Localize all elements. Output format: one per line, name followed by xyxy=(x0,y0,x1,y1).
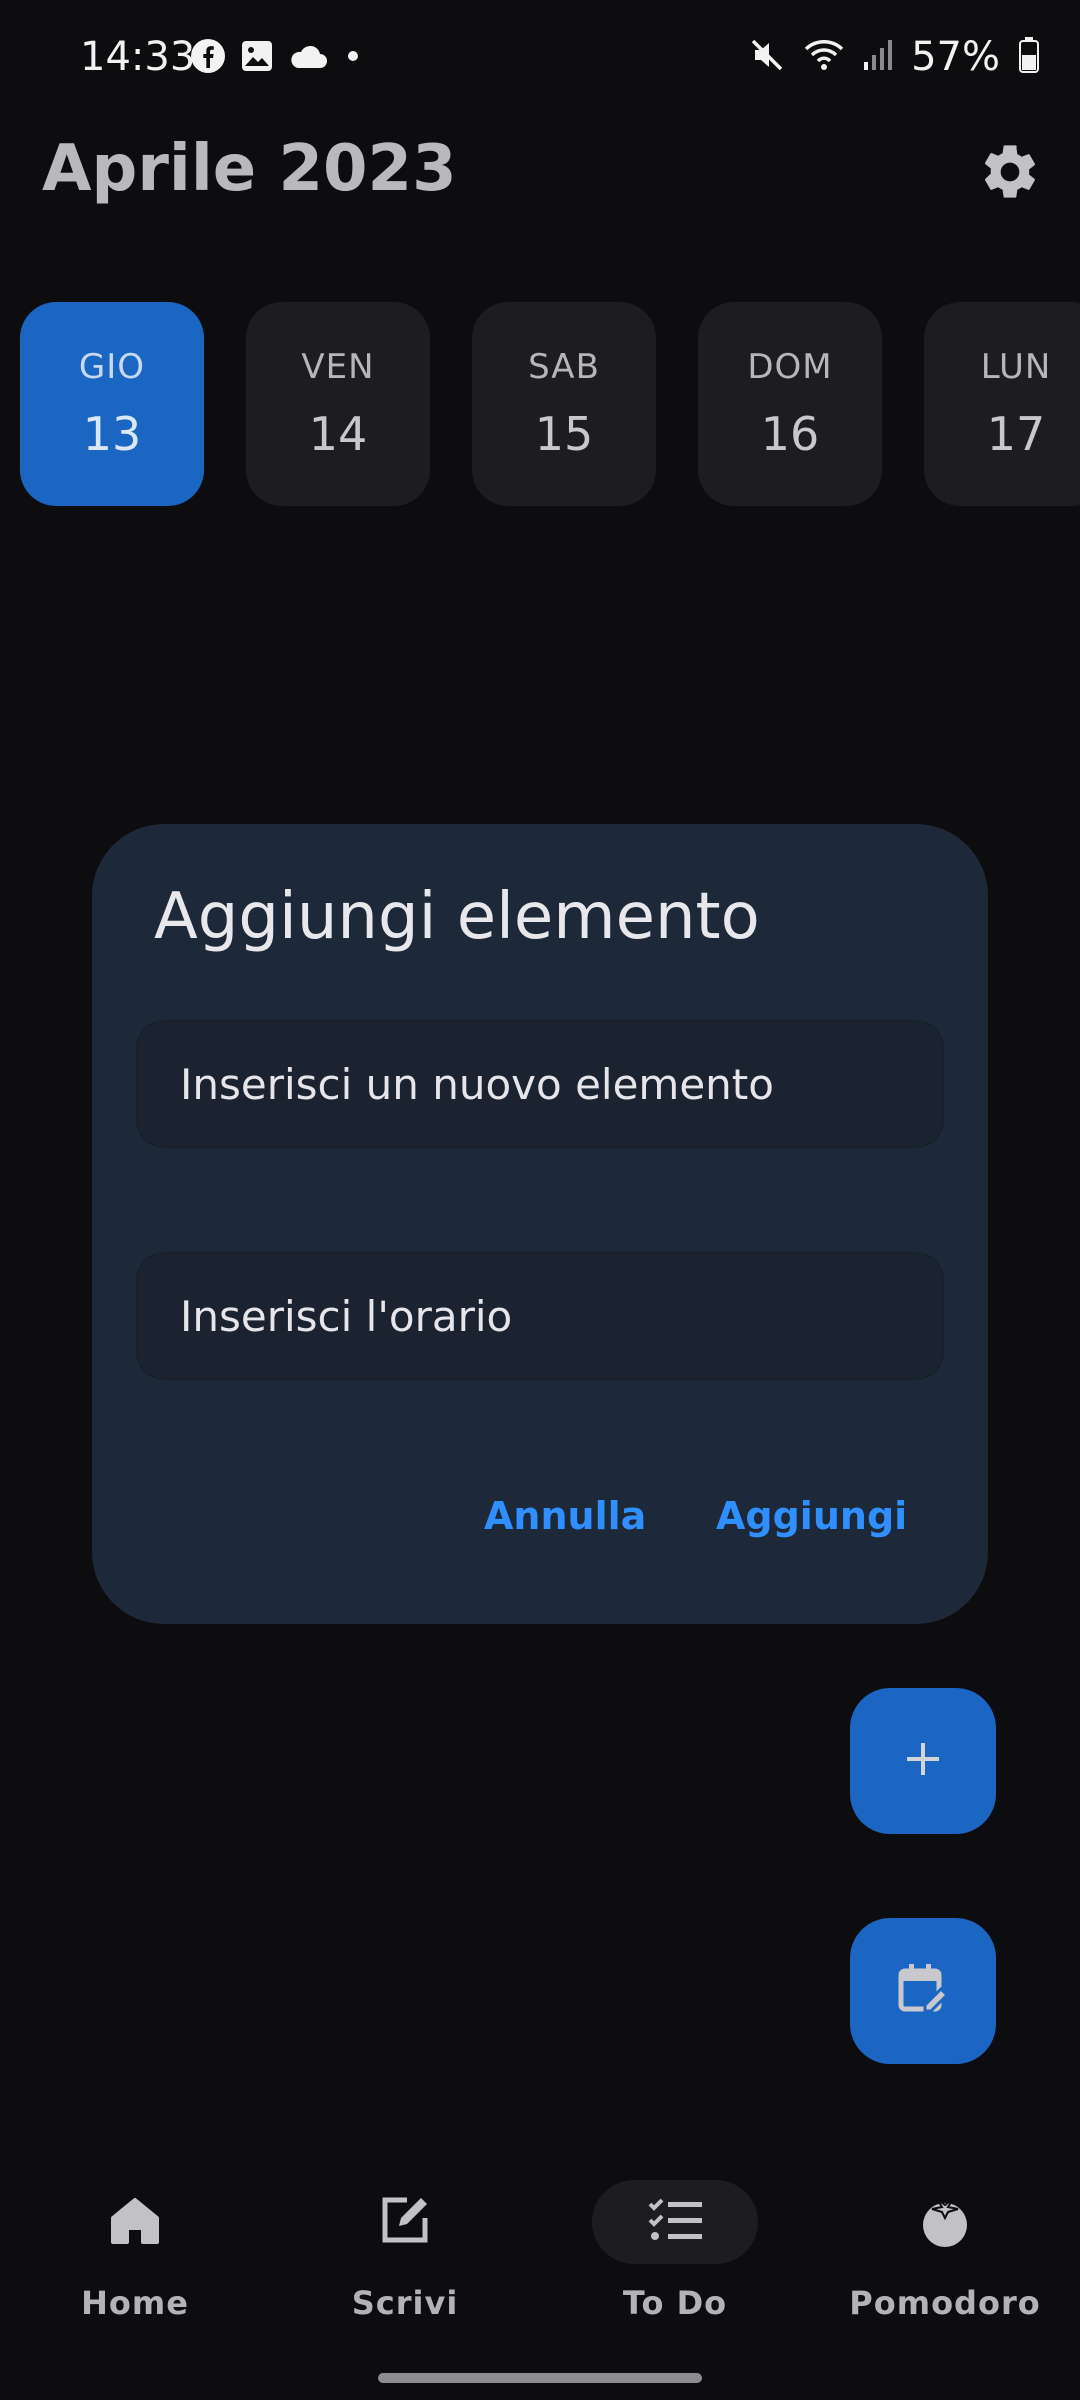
add-button[interactable]: Aggiungi xyxy=(716,1494,907,1538)
facebook-icon xyxy=(190,38,226,78)
dot-icon xyxy=(342,45,364,71)
gesture-bar[interactable] xyxy=(378,2373,702,2383)
day-name: GIO xyxy=(78,347,146,387)
status-time: 14:33 xyxy=(80,34,196,80)
status-notification-icons xyxy=(190,38,364,78)
nav-item-todo[interactable]: To Do xyxy=(540,2180,810,2322)
edit-icon xyxy=(377,2192,433,2252)
day-item-dom[interactable]: DOM 16 xyxy=(698,302,882,506)
day-name: SAB xyxy=(528,347,600,387)
bottom-navigation: Home Scrivi To Do Pomodoro xyxy=(0,2160,1080,2400)
nav-item-pomodoro[interactable]: Pomodoro xyxy=(810,2180,1080,2322)
day-name: LUN xyxy=(980,347,1052,387)
day-item-lun[interactable]: LUN 17 xyxy=(924,302,1080,506)
nav-label: Home xyxy=(81,2284,189,2322)
day-item-sab[interactable]: SAB 15 xyxy=(472,302,656,506)
day-number: 13 xyxy=(82,407,142,461)
nav-icon-container xyxy=(862,2180,1028,2264)
day-item-ven[interactable]: VEN 14 xyxy=(246,302,430,506)
mute-icon xyxy=(749,37,785,77)
gallery-icon xyxy=(240,39,274,77)
home-icon xyxy=(107,2192,163,2252)
wifi-icon xyxy=(803,37,845,77)
day-number: 14 xyxy=(308,407,368,461)
nav-item-home[interactable]: Home xyxy=(0,2180,270,2322)
day-number: 15 xyxy=(534,407,594,461)
page-title: Aprile 2023 xyxy=(42,132,457,206)
add-fab-button[interactable] xyxy=(850,1688,996,1834)
day-name: VEN xyxy=(301,347,375,387)
status-bar: 14:33 57% xyxy=(0,0,1080,120)
day-item-gio[interactable]: GIO 13 xyxy=(20,302,204,506)
time-field[interactable] xyxy=(136,1252,944,1380)
nav-icon-container xyxy=(52,2180,218,2264)
day-number: 17 xyxy=(986,407,1046,461)
checklist-icon xyxy=(646,2192,704,2252)
nav-label: Pomodoro xyxy=(849,2284,1041,2322)
nav-icon-container xyxy=(592,2180,758,2264)
dialog-title: Aggiungi elemento xyxy=(154,880,760,954)
settings-gear-icon[interactable] xyxy=(978,140,1042,204)
new-item-input[interactable] xyxy=(178,1058,942,1110)
battery-icon xyxy=(1018,36,1040,78)
nav-icon-container xyxy=(322,2180,488,2264)
battery-percentage: 57% xyxy=(911,34,1000,80)
nav-label: To Do xyxy=(622,2284,728,2322)
plus-icon xyxy=(899,1735,947,1787)
nav-label: Scrivi xyxy=(351,2284,459,2322)
cancel-button[interactable]: Annulla xyxy=(484,1494,646,1538)
time-input[interactable] xyxy=(178,1290,942,1342)
new-item-field[interactable] xyxy=(136,1020,944,1148)
day-name: DOM xyxy=(747,347,833,387)
status-system-icons: 57% xyxy=(749,34,1040,80)
add-item-dialog: Aggiungi elemento Annulla Aggiungi xyxy=(92,824,988,1624)
edit-calendar-fab-button[interactable] xyxy=(850,1918,996,2064)
nav-item-scrivi[interactable]: Scrivi xyxy=(270,2180,540,2322)
signal-icon xyxy=(863,38,893,76)
cloud-icon xyxy=(288,42,328,74)
day-number: 16 xyxy=(760,407,820,461)
tomato-icon xyxy=(916,2191,974,2253)
day-selector: GIO 13 VEN 14 SAB 15 DOM 16 LUN 17 xyxy=(20,302,1080,506)
edit-calendar-icon xyxy=(893,1959,953,2023)
